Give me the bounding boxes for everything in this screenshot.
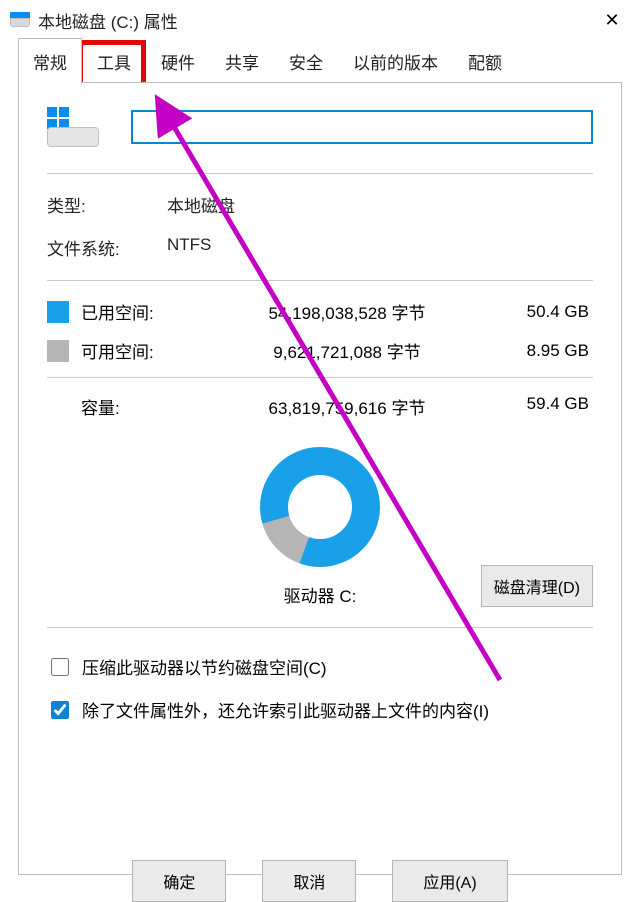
capacity-label: 容量: <box>81 394 191 419</box>
used-bytes: 54,198,038,528 字节 <box>201 299 493 324</box>
used-swatch-icon <box>47 301 69 323</box>
used-label: 已用空间: <box>81 299 191 324</box>
free-bytes: 9,621,721,088 字节 <box>201 338 493 363</box>
divider <box>47 377 593 378</box>
close-button[interactable]: ✕ <box>590 0 634 40</box>
compress-checkbox[interactable] <box>51 658 69 676</box>
tab-general[interactable]: 常规 <box>18 38 82 84</box>
divider <box>47 627 593 628</box>
capacity-bytes: 63,819,759,616 字节 <box>201 394 493 419</box>
used-gb: 50.4 GB <box>503 302 593 322</box>
tab-previous-versions[interactable]: 以前的版本 <box>338 38 453 84</box>
free-gb: 8.95 GB <box>503 341 593 361</box>
compress-checkbox-row[interactable]: 压缩此驱动器以节约磁盘空间(C) <box>47 654 593 679</box>
drive-icon <box>10 12 30 28</box>
divider <box>47 280 593 281</box>
tab-hardware[interactable]: 硬件 <box>146 38 210 84</box>
filesystem-label: 文件系统: <box>47 235 167 260</box>
index-checkbox[interactable] <box>51 701 69 719</box>
capacity-gb: 59.4 GB <box>503 394 593 419</box>
filesystem-value: NTFS <box>167 235 593 260</box>
type-label: 类型: <box>47 192 167 217</box>
free-label: 可用空间: <box>81 338 191 363</box>
tab-security[interactable]: 安全 <box>274 38 338 84</box>
apply-button[interactable]: 应用(A) <box>392 860 507 902</box>
divider <box>47 173 593 174</box>
disk-cleanup-button[interactable]: 磁盘清理(D) <box>481 565 593 607</box>
options-checks: 压缩此驱动器以节约磁盘空间(C) 除了文件属性外，还允许索引此驱动器上文件的内容… <box>47 654 593 722</box>
index-label: 除了文件属性外，还允许索引此驱动器上文件的内容(I) <box>82 697 489 722</box>
tab-tools[interactable]: 工具 <box>82 38 146 84</box>
tab-quota[interactable]: 配额 <box>453 38 517 84</box>
ok-button[interactable]: 确定 <box>132 860 226 902</box>
usage-pie-chart <box>260 447 380 567</box>
index-checkbox-row[interactable]: 除了文件属性外，还允许索引此驱动器上文件的内容(I) <box>47 697 593 722</box>
drive-label: 驱动器 C: <box>284 582 357 607</box>
cancel-button[interactable]: 取消 <box>262 860 356 902</box>
window-title: 本地磁盘 (C:) 属性 <box>38 8 590 33</box>
volume-name-input[interactable] <box>131 110 593 144</box>
free-swatch-icon <box>47 340 69 362</box>
tab-content-general: 类型: 本地磁盘 文件系统: NTFS 已用空间: 54,198,038,528… <box>18 82 622 875</box>
tab-sharing[interactable]: 共享 <box>210 38 274 84</box>
type-value: 本地磁盘 <box>167 192 593 217</box>
titlebar: 本地磁盘 (C:) 属性 ✕ <box>0 0 640 40</box>
compress-label: 压缩此驱动器以节约磁盘空间(C) <box>82 654 327 679</box>
drive-large-icon <box>47 107 99 147</box>
tab-strip: 常规 工具 硬件 共享 安全 以前的版本 配额 <box>0 40 640 84</box>
